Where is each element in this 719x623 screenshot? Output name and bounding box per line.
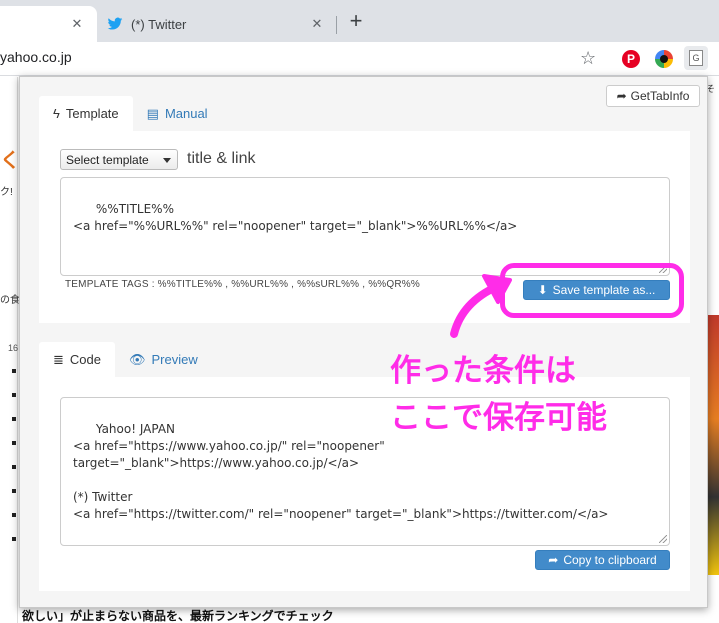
gettabinfo-icon[interactable]: G [684, 46, 708, 70]
caret-down-icon [163, 158, 171, 163]
select-template-dropdown[interactable]: Select template [60, 149, 178, 170]
template-name: title & link [187, 150, 256, 167]
twitter-bird-icon [107, 17, 123, 30]
share-arrow-icon: ➦ [548, 553, 559, 567]
copy-to-clipboard-button[interactable]: ➦ Copy to clipboard [535, 550, 670, 570]
tab-label: Preview [151, 352, 198, 367]
address-bar[interactable]: yahoo.co.jp [0, 49, 72, 65]
gettabinfo-badge: G [689, 50, 703, 66]
copy-label: Copy to clipboard [563, 553, 657, 567]
bullet-icon [12, 417, 16, 421]
browser-toolbar: yahoo.co.jp ☆ P G [0, 42, 719, 76]
bullet-icon [12, 393, 16, 397]
close-icon[interactable]: ✕ [309, 16, 325, 32]
tab-title: (*) Twitter [131, 16, 187, 32]
annotation-line-1: 作った条件は [390, 353, 576, 389]
bullet-icon [12, 537, 16, 541]
bolt-icon: ϟ [53, 106, 60, 121]
gettabinfo-label: GetTabInfo [630, 89, 690, 103]
select-label: Select template [66, 152, 149, 167]
pinterest-icon[interactable]: P [622, 50, 640, 68]
page-link-text[interactable]: の食 [0, 291, 20, 306]
tab-code[interactable]: ≣ Code [39, 342, 115, 377]
template-tags-help: TEMPLATE TAGS : %%TITLE%% , %%URL%% , %%… [65, 279, 420, 290]
gettabinfo-popup: ➦ GetTabInfo ϟ Template ▤ Manual Select … [19, 76, 708, 608]
bullet-icon [12, 465, 16, 469]
bullet-icon [12, 489, 16, 493]
browser-tab-yahoo[interactable]: ✕ [0, 6, 97, 42]
share-arrow-icon: ➦ [616, 89, 627, 103]
browser-tab-twitter[interactable]: (*) Twitter ✕ [97, 6, 337, 42]
page-ranking-headline[interactable]: 欲しい」が止まらない商品を、最新ランキングでチェック [22, 607, 334, 623]
eye-icon: 👁 [128, 351, 146, 367]
color-dial-icon[interactable] [655, 50, 673, 68]
page-ad-banner[interactable] [707, 315, 719, 575]
template-tabs: ϟ Template ▤ Manual [39, 96, 222, 131]
code-tabs: ≣ Code 👁 Preview [39, 342, 212, 377]
bullet-icon [12, 369, 16, 373]
tab-manual[interactable]: ▤ Manual [133, 96, 222, 131]
tab-separator [336, 16, 337, 34]
tab-template[interactable]: ϟ Template [39, 96, 133, 131]
bullet-icon [12, 441, 16, 445]
bookmark-star-icon[interactable]: ☆ [580, 48, 596, 69]
tab-preview[interactable]: 👁 Preview [115, 342, 212, 377]
lines-icon: ≣ [53, 351, 64, 367]
annotation-arrow-icon [450, 274, 512, 338]
new-tab-plus-icon[interactable]: + [344, 10, 368, 34]
annotation-line-2: ここで保存可能 [390, 400, 607, 436]
page-orange-heading: く [0, 150, 20, 172]
page-number: 16 [8, 343, 19, 353]
tab-label: Template [65, 106, 119, 121]
bullet-icon [12, 513, 16, 517]
tab-label: Code [69, 352, 101, 367]
close-icon[interactable]: ✕ [69, 16, 85, 32]
page-text: ク! [0, 187, 13, 198]
gettabinfo-button[interactable]: ➦ GetTabInfo [606, 85, 700, 107]
tab-label: Manual [164, 106, 208, 121]
template-textarea[interactable]: %%TITLE%% <a href="%%URL%%" rel="noopene… [60, 177, 670, 276]
resize-grip-icon[interactable] [659, 535, 667, 543]
browser-tab-strip: ✕ (*) Twitter ✕ + [0, 0, 719, 42]
template-text: %%TITLE%% <a href="%%URL%%" rel="noopene… [73, 202, 518, 233]
list-icon: ▤ [146, 105, 159, 121]
